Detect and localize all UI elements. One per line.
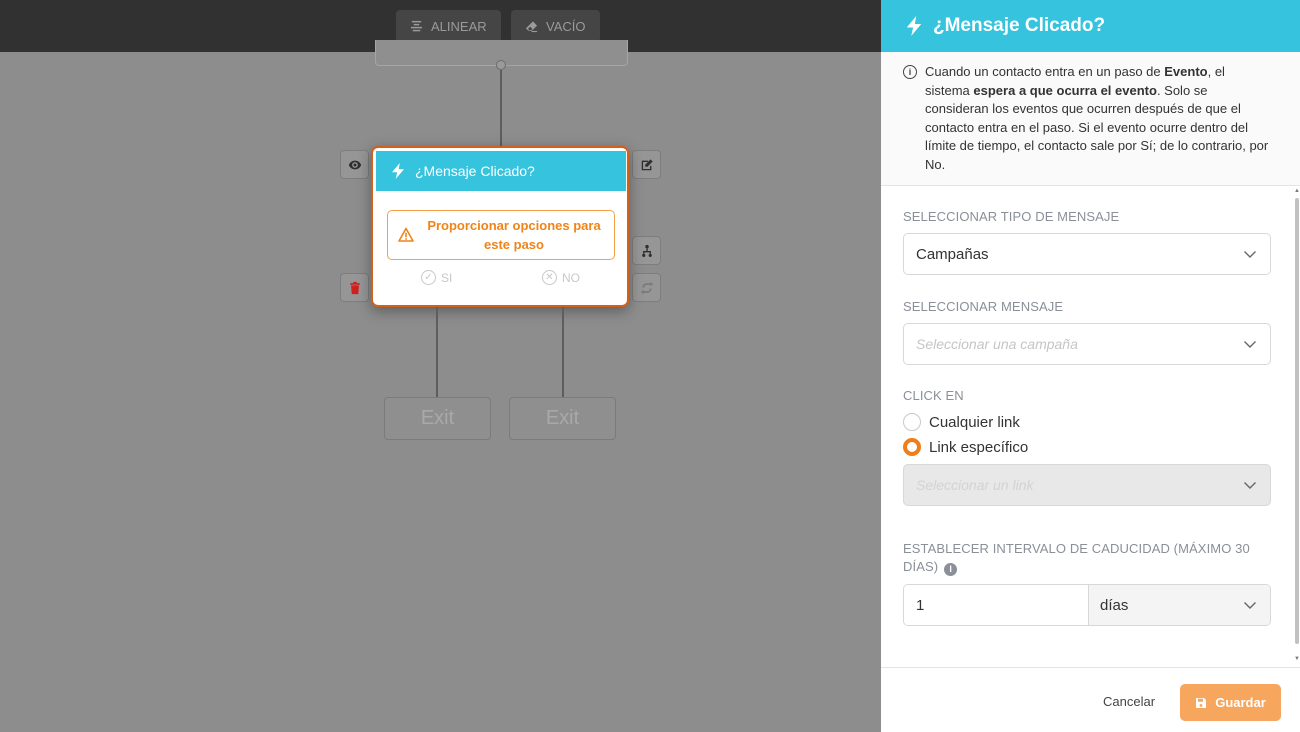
message-select[interactable]: Seleccionar una campaña [903,323,1271,365]
eraser-icon [525,20,538,32]
radio-any-link-circle[interactable] [903,413,921,431]
node-warning-box: Proporcionar opciones para este paso [387,210,615,260]
message-label: SELECCIONAR MENSAJE [903,299,1064,314]
split-icon [641,244,652,257]
event-node-header: ¿Mensaje Clicado? [376,151,626,191]
panel-footer: Cancelar Guardar [881,667,1300,732]
interval-group: 1 días [903,584,1271,626]
lightning-icon [906,16,922,36]
connector-dot[interactable] [496,60,506,70]
link-select[interactable]: Seleccionar un link [903,464,1271,506]
yes-branch-label: ✓ SI [421,270,452,285]
align-label: ALINEAR [431,18,487,34]
message-type-label: SELECCIONAR TIPO DE MENSAJE [903,209,1120,224]
info-icon[interactable]: i [944,562,958,576]
radio-specific-link-circle[interactable] [903,438,921,456]
swap-button[interactable] [632,273,661,302]
cancel-button[interactable]: Cancelar [1103,694,1155,709]
edit-icon [641,158,653,170]
step-settings-panel: ¿Mensaje Clicado? i Cuando un contacto e… [881,0,1300,732]
flow-canvas[interactable]: ALINEAR VACÍO ¿Mensaje Clicado? Proporci… [0,0,881,732]
info-bold-1: Evento [1164,64,1208,79]
message-type-select[interactable]: Campañas [903,233,1271,275]
radio-specific-link-label: Link específico [929,438,1029,456]
save-button[interactable]: Guardar [1180,684,1281,721]
message-placeholder: Seleccionar una campaña [916,336,1078,352]
split-button[interactable] [632,236,661,265]
swap-icon [640,281,653,294]
edit-step-button[interactable] [632,150,661,179]
interval-input[interactable]: 1 [904,585,1088,625]
no-connector-line [562,307,564,398]
align-icon [410,20,423,31]
node-warning-text: Proporcionar opciones para este paso [427,218,601,252]
event-node[interactable]: ¿Mensaje Clicado? Proporcionar opciones … [371,146,629,307]
info-message: i Cuando un contacto entra en un paso de… [881,52,1300,186]
x-circle-icon: ✕ [542,270,557,285]
align-button[interactable]: ALINEAR [396,10,501,42]
radio-any-link[interactable]: Cualquier link [903,413,1020,431]
warning-icon [398,227,414,242]
click-label: CLICK EN [903,388,964,403]
chevron-down-icon [1244,482,1256,489]
info-icon: i [903,65,917,79]
chevron-down-icon [1244,341,1256,348]
panel-header: ¿Mensaje Clicado? [881,0,1300,52]
exit-node-no[interactable]: Exit [509,397,616,440]
interval-label: ESTABLECER INTERVALO DE CADUCIDAD (MÁXIM… [903,540,1273,576]
connector-line [500,70,502,148]
no-label: NO [562,270,580,285]
chevron-down-icon [1244,251,1256,258]
delete-icon [349,281,360,294]
preview-button[interactable] [340,150,369,179]
link-placeholder: Seleccionar un link [916,477,1034,493]
check-circle-icon: ✓ [421,270,436,285]
panel-scrollbar[interactable]: ▲ ▼ [1294,188,1300,662]
delete-step-button[interactable] [340,273,369,302]
radio-specific-link[interactable]: Link específico [903,438,1028,456]
interval-unit-select[interactable]: días [1088,585,1270,625]
message-type-value: Campañas [916,245,989,263]
yes-connector-line [436,307,438,398]
save-label: Guardar [1215,695,1266,710]
lightning-icon [392,163,404,179]
exit-node-yes[interactable]: Exit [384,397,491,440]
panel-title: ¿Mensaje Clicado? [933,15,1106,36]
no-branch-label: ✕ NO [542,270,580,285]
scroll-up-arrow[interactable]: ▲ [1294,188,1300,194]
yes-label: SI [441,270,453,285]
info-bold-2: espera a que ocurra el evento [973,82,1157,98]
empty-label: VACÍO [546,18,586,34]
save-icon [1196,697,1207,708]
info-text-1: Cuando un contacto entra en un paso de [925,64,1165,79]
empty-button[interactable]: VACÍO [511,10,600,42]
chevron-down-icon [1244,602,1256,609]
interval-unit-value: días [1100,596,1129,614]
eye-icon [348,160,361,169]
radio-any-link-label: Cualquier link [929,413,1020,431]
scrollbar-thumb[interactable] [1295,198,1299,644]
scroll-down-arrow[interactable]: ▼ [1294,656,1300,662]
event-node-title: ¿Mensaje Clicado? [415,163,535,179]
